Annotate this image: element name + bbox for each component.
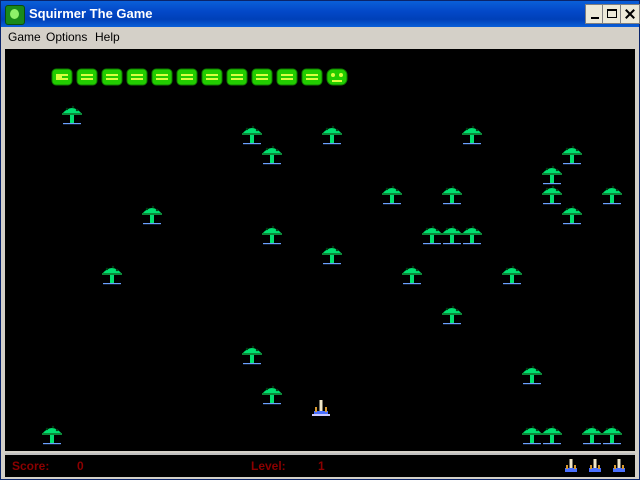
mushroom — [542, 425, 562, 445]
mushroom — [522, 425, 542, 445]
mushroom — [322, 245, 342, 265]
life-icon — [589, 459, 601, 472]
menu-options[interactable]: Options — [46, 30, 87, 44]
lives-remaining — [565, 459, 625, 472]
mushroom — [262, 145, 282, 165]
squirmer-segment — [251, 68, 273, 86]
score-value: 0 — [77, 459, 84, 473]
mushroom — [402, 265, 422, 285]
game-window: Squirmer The Game Game Options Help Scor… — [0, 0, 640, 480]
mushroom — [442, 225, 462, 245]
mushroom — [462, 125, 482, 145]
close-button[interactable] — [620, 4, 640, 24]
squirmer-segment — [76, 68, 98, 86]
mushroom — [102, 265, 122, 285]
menu-help[interactable]: Help — [95, 30, 120, 44]
squirmer-centipede — [51, 68, 348, 86]
squirmer-segment — [51, 68, 73, 86]
game-playfield[interactable] — [5, 49, 635, 451]
mushroom-field — [42, 105, 622, 445]
mushroom — [562, 205, 582, 225]
mushroom — [422, 225, 442, 245]
squirmer-segment — [276, 68, 298, 86]
mushroom — [462, 225, 482, 245]
squirmer-segment — [101, 68, 123, 86]
mushroom — [142, 205, 162, 225]
window-title: Squirmer The Game — [29, 6, 153, 21]
mushroom — [602, 185, 622, 205]
menu-bar: Game Options Help — [1, 27, 639, 47]
squirmer-segment — [151, 68, 173, 86]
mushroom — [42, 425, 62, 445]
mushroom — [542, 165, 562, 185]
level-value: 1 — [318, 459, 325, 473]
mushroom — [502, 265, 522, 285]
mushroom — [242, 125, 262, 145]
mushroom — [522, 365, 542, 385]
mushroom — [442, 185, 462, 205]
maximize-button[interactable] — [602, 4, 622, 24]
life-icon — [613, 459, 625, 472]
mushroom — [262, 225, 282, 245]
menu-game[interactable]: Game — [8, 30, 41, 44]
level-label: Level: — [251, 459, 286, 473]
mushroom — [322, 125, 342, 145]
squirmer-segment — [176, 68, 198, 86]
score-label: Score: — [12, 459, 50, 473]
mushroom — [262, 385, 282, 405]
mushroom — [442, 305, 462, 325]
squirmer-segment — [226, 68, 248, 86]
squirmer-app-icon — [5, 5, 25, 25]
title-bar[interactable]: Squirmer The Game — [1, 1, 640, 27]
squirmer-segment — [301, 68, 323, 86]
status-bar: Score: 0 Level: 1 — [5, 453, 635, 477]
playfield-canvas — [42, 68, 622, 445]
mushroom — [382, 185, 402, 205]
mushroom — [542, 185, 562, 205]
squirmer-segment — [201, 68, 223, 86]
player-shooter[interactable] — [312, 400, 330, 416]
mushroom — [242, 345, 262, 365]
mushroom — [582, 425, 602, 445]
life-icon — [565, 459, 577, 472]
mushroom — [602, 425, 622, 445]
squirmer-segment — [126, 68, 148, 86]
mushroom — [562, 145, 582, 165]
mushroom — [62, 105, 82, 125]
squirmer-head — [326, 68, 348, 86]
